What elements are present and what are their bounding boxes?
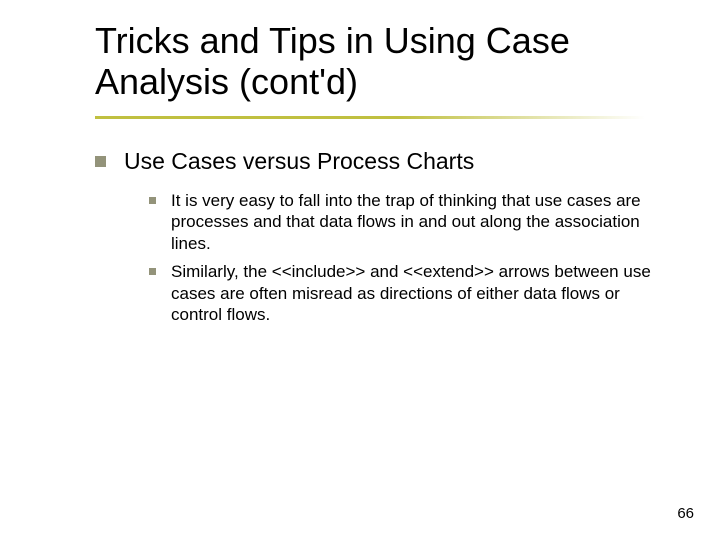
slide-title: Tricks and Tips in Using Case Analysis (… — [95, 20, 680, 103]
square-bullet-icon — [149, 197, 156, 204]
level1-text: Use Cases versus Process Charts — [124, 148, 474, 176]
bullet-level2: It is very easy to fall into the trap of… — [149, 190, 660, 255]
sub-bullets: It is very easy to fall into the trap of… — [149, 190, 660, 327]
square-bullet-icon — [95, 156, 106, 167]
square-bullet-icon — [149, 268, 156, 275]
slide: Tricks and Tips in Using Case Analysis (… — [0, 0, 720, 540]
title-underline — [95, 116, 645, 119]
level2-text: Similarly, the <<include>> and <<extend>… — [171, 261, 660, 326]
bullet-level2: Similarly, the <<include>> and <<extend>… — [149, 261, 660, 326]
level2-text: It is very easy to fall into the trap of… — [171, 190, 660, 255]
bullet-level1: Use Cases versus Process Charts — [95, 148, 660, 176]
page-number: 66 — [677, 505, 694, 522]
slide-content: Use Cases versus Process Charts It is ve… — [95, 148, 660, 332]
